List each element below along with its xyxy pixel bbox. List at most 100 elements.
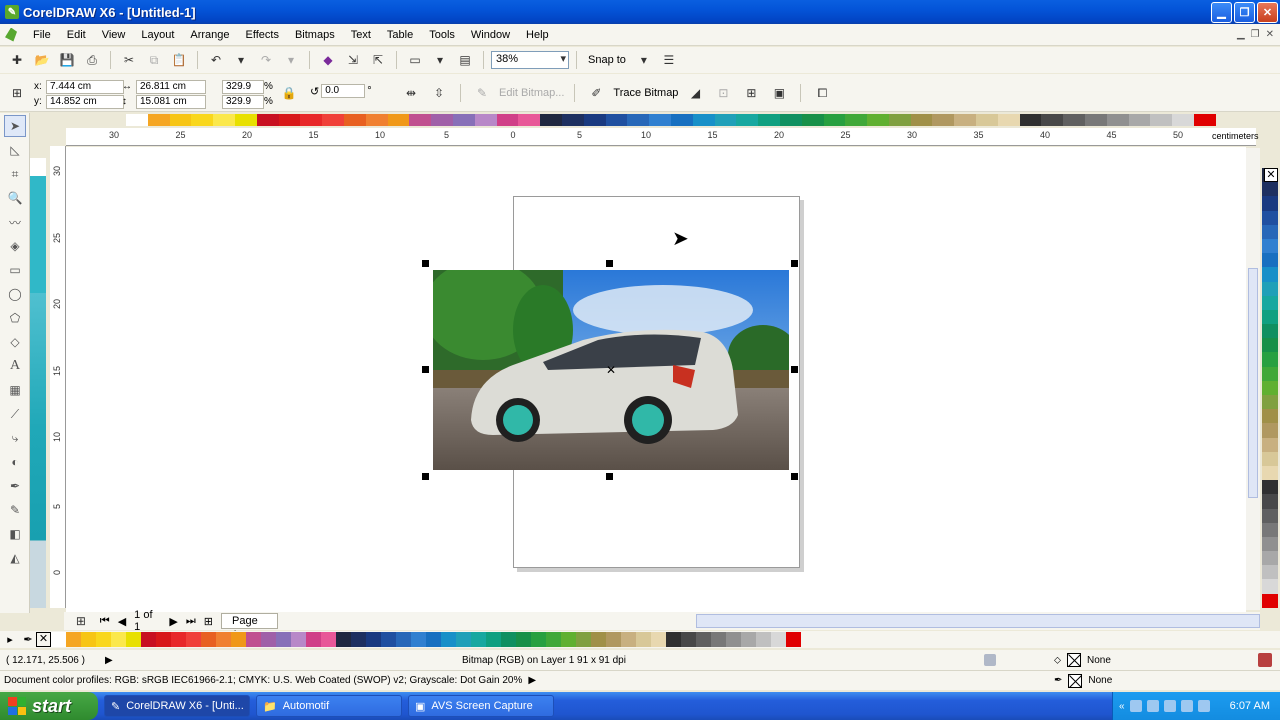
selection-handle-br[interactable] — [791, 473, 798, 480]
color-swatch[interactable] — [169, 114, 192, 126]
polygon-tool-icon[interactable]: ⬠ — [4, 307, 26, 329]
no-fill-swatch[interactable]: ✕ — [36, 632, 51, 647]
color-swatch[interactable] — [621, 632, 636, 647]
close-button[interactable]: ✕ — [1257, 1, 1278, 23]
doc-restore-icon[interactable]: ❐ — [1251, 29, 1260, 40]
zoom-tool-icon[interactable]: 🔍 — [4, 187, 26, 209]
color-swatch[interactable] — [387, 114, 410, 126]
color-swatch[interactable] — [1262, 338, 1278, 353]
welcome-screen-icon[interactable]: ▤ — [454, 49, 476, 71]
color-swatch[interactable] — [501, 632, 516, 647]
color-swatch[interactable] — [1262, 224, 1278, 239]
color-swatch[interactable] — [336, 632, 351, 647]
color-swatch[interactable] — [1106, 114, 1129, 126]
color-swatch[interactable] — [456, 632, 471, 647]
color-swatch[interactable] — [1262, 423, 1278, 438]
color-swatch[interactable] — [1262, 593, 1278, 608]
color-swatch[interactable] — [191, 114, 214, 126]
color-swatch[interactable] — [1262, 324, 1278, 339]
color-swatch[interactable] — [932, 114, 955, 126]
basic-shapes-tool-icon[interactable]: ◇ — [4, 331, 26, 353]
palette-scroll-left-icon[interactable]: ▸ — [0, 633, 20, 646]
color-swatch[interactable] — [741, 632, 756, 647]
color-swatch[interactable] — [201, 632, 216, 647]
menu-window[interactable]: Window — [463, 29, 518, 41]
selection-handle-tr[interactable] — [791, 260, 798, 267]
next-page-icon[interactable]: ▶ — [169, 615, 177, 628]
page-tab[interactable]: Page 1 — [221, 613, 278, 641]
color-swatch[interactable] — [801, 114, 824, 126]
color-swatch[interactable] — [714, 114, 737, 126]
color-swatch[interactable] — [1262, 536, 1278, 552]
color-swatch[interactable] — [1262, 579, 1278, 594]
color-swatch[interactable] — [670, 114, 693, 126]
color-swatch[interactable] — [111, 632, 126, 647]
object-origin-icon[interactable]: ⊞ — [6, 82, 28, 104]
color-swatch[interactable] — [51, 632, 66, 647]
color-swatch[interactable] — [452, 114, 475, 126]
color-docker-strip[interactable] — [30, 158, 46, 608]
menu-edit[interactable]: Edit — [59, 29, 94, 41]
color-swatch[interactable] — [141, 632, 156, 647]
color-swatch[interactable] — [1262, 182, 1278, 197]
cut-icon[interactable]: ✂ — [118, 49, 140, 71]
task-avs-screen-capture[interactable]: ▣ AVS Screen Capture — [408, 695, 554, 717]
color-swatch[interactable] — [649, 114, 671, 126]
paste-icon[interactable]: 📋 — [168, 49, 190, 71]
y-position-field[interactable]: 14.852 cm — [46, 94, 124, 109]
color-swatch[interactable] — [576, 632, 591, 647]
color-swatch[interactable] — [726, 632, 741, 647]
color-swatch[interactable] — [278, 114, 301, 126]
minimize-button[interactable]: ▁ — [1211, 1, 1232, 23]
color-swatch[interactable] — [321, 632, 336, 647]
selection-handle-bc[interactable] — [606, 473, 613, 480]
horizontal-scrollbar[interactable] — [695, 614, 1260, 628]
document-palette-strip[interactable] — [126, 114, 1216, 126]
color-swatch[interactable] — [1262, 366, 1278, 381]
color-swatch[interactable] — [96, 632, 111, 647]
prev-page-icon[interactable]: ◀ — [118, 615, 126, 628]
color-swatch[interactable] — [1019, 114, 1042, 126]
color-swatch[interactable] — [1262, 494, 1278, 509]
color-swatch[interactable] — [606, 632, 621, 647]
rotation-field[interactable]: 0.0 — [321, 84, 366, 98]
color-swatch[interactable] — [867, 114, 889, 126]
color-swatch[interactable] — [1262, 565, 1278, 580]
outline-none-swatch[interactable] — [1068, 673, 1083, 688]
rectangle-tool-icon[interactable]: ▭ — [4, 259, 26, 281]
color-swatch[interactable] — [771, 632, 786, 647]
shape-tool-icon[interactable]: ◺ — [4, 139, 26, 161]
color-swatch[interactable] — [1262, 451, 1278, 466]
undo-icon[interactable]: ↶ — [205, 49, 227, 71]
bitmap-color-mask-icon[interactable]: ▣ — [768, 82, 790, 104]
color-swatch[interactable] — [431, 114, 453, 126]
color-swatch[interactable] — [756, 632, 771, 647]
color-swatch[interactable] — [276, 632, 291, 647]
color-swatch[interactable] — [1262, 480, 1278, 495]
color-swatch[interactable] — [1194, 114, 1216, 126]
tray-expand-icon[interactable]: « — [1119, 701, 1125, 712]
color-palette-vertical[interactable] — [1262, 168, 1278, 608]
interactive-fill-tool-icon[interactable]: ◭ — [4, 547, 26, 569]
zoom-level-select[interactable]: 38% — [491, 51, 569, 69]
selection-handle-ml[interactable] — [422, 366, 429, 373]
first-page-icon[interactable]: ⏮ — [100, 615, 110, 628]
color-swatch[interactable] — [81, 632, 96, 647]
outline-pen-tool-icon[interactable]: ✎ — [4, 499, 26, 521]
menu-tools[interactable]: Tools — [421, 29, 463, 41]
color-swatch[interactable] — [409, 114, 432, 126]
x-position-field[interactable]: 7.444 cm — [46, 79, 124, 94]
color-swatch[interactable] — [546, 632, 561, 647]
profiles-arrow-icon[interactable]: ▶ — [528, 675, 536, 686]
color-swatch[interactable] — [322, 114, 344, 126]
blend-tool-icon[interactable]: ◐ — [4, 451, 26, 473]
color-swatch[interactable] — [261, 632, 276, 647]
fill-none-swatch[interactable] — [1067, 653, 1081, 667]
resample-icon[interactable]: ⊞ — [740, 82, 762, 104]
color-swatch[interactable] — [1262, 465, 1278, 481]
width-field[interactable]: 26.811 cm — [136, 79, 206, 94]
color-swatch[interactable] — [583, 114, 606, 126]
color-swatch[interactable] — [381, 632, 396, 647]
color-swatch[interactable] — [1150, 114, 1173, 126]
color-swatch[interactable] — [1172, 114, 1195, 126]
